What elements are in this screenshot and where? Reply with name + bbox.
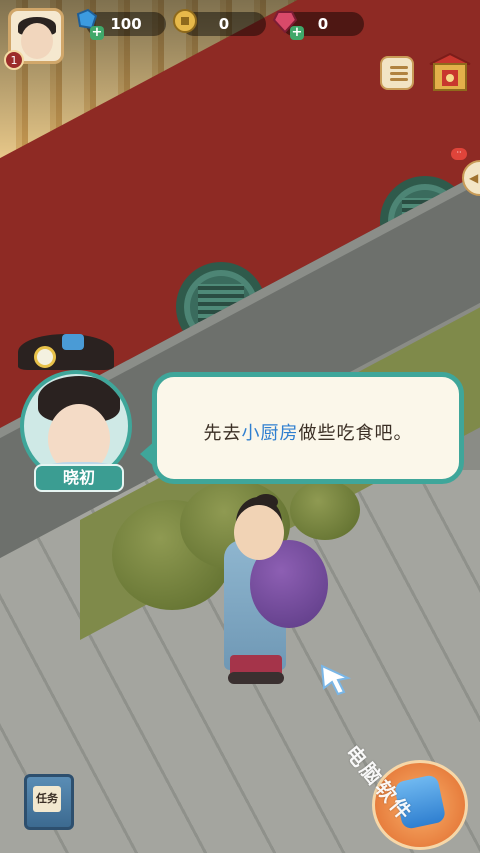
dialog-text-after: 做些吃食吧。 (298, 423, 413, 444)
menu-line (390, 78, 408, 81)
dialog-bubble[interactable]: 先去小厨房做些吃食吧。 (152, 372, 464, 484)
character-shoes (228, 672, 284, 684)
character-head (234, 505, 284, 560)
bush (290, 480, 360, 540)
hair-flower-icon (34, 346, 56, 368)
menu-list-button[interactable] (380, 56, 414, 90)
speaker-name: 晓初 (34, 464, 124, 492)
avatar-face (21, 23, 53, 59)
dialog-text: 先去小厨房做些吃食吧。 (157, 419, 459, 445)
notification-dot: ·· (451, 148, 467, 160)
add-gem-button[interactable]: + (290, 26, 304, 40)
menu-line (390, 72, 408, 75)
guide-arrow-icon[interactable] (318, 660, 354, 696)
gem-value: 0 (317, 15, 329, 33)
coin-value: 0 (218, 15, 230, 33)
task-button[interactable]: 任务 (20, 772, 78, 834)
copper-coin-icon (173, 9, 197, 33)
menu-line (390, 66, 408, 69)
add-jade-button[interactable]: + (90, 26, 104, 40)
dialog-text-before: 先去 (203, 423, 242, 444)
palace-gate-icon[interactable] (428, 50, 472, 94)
dialog-text-highlight: 小厨房 (241, 423, 299, 444)
player-level-badge: 1 (4, 50, 24, 70)
jade-value: 100 (110, 15, 142, 33)
chevron-left-icon: ◀ (469, 171, 479, 185)
hair-pin-icon (62, 334, 84, 350)
task-label: 任务 (33, 786, 61, 812)
